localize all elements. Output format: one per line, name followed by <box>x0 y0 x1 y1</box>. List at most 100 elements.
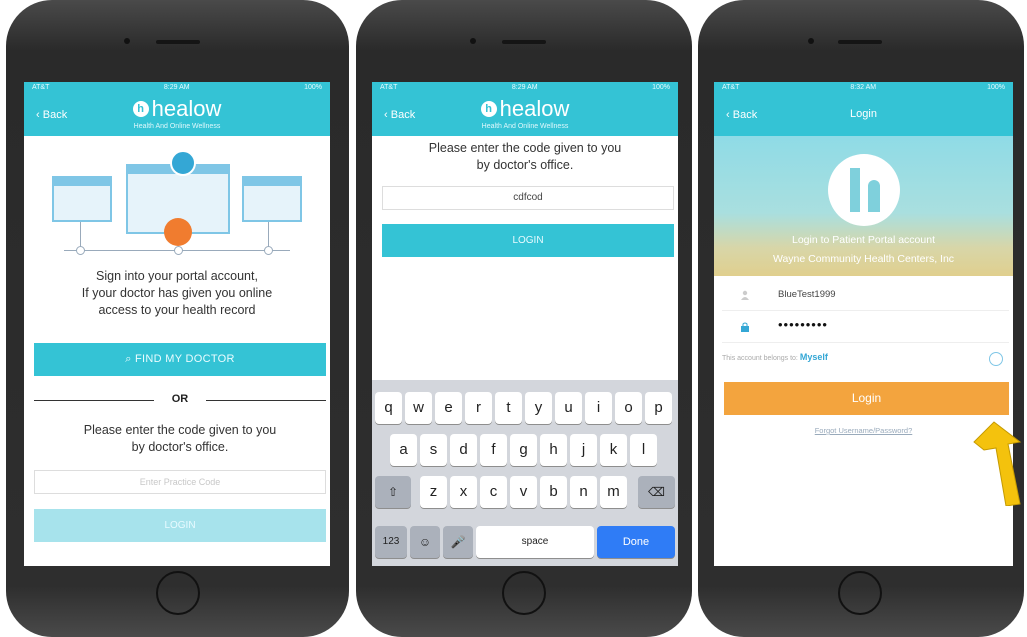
key-h[interactable]: h <box>540 434 567 466</box>
phone-frame-3: AT&T 8:32 AM 100% ‹ Back Login Login to … <box>698 0 1024 637</box>
numbers-key[interactable]: 123 <box>375 526 407 558</box>
code-instructions: Please enter the code given to you by do… <box>83 423 277 454</box>
status-bar: AT&T 8:32 AM 100% <box>722 84 1005 91</box>
home-button[interactable] <box>156 571 200 615</box>
app-header: AT&T 8:29 AM 100% ‹ Back h healow Health … <box>24 82 330 136</box>
healow-logo: h healow <box>24 96 330 122</box>
key-n[interactable]: n <box>570 476 597 508</box>
link-icon <box>164 218 192 246</box>
practice-code-input[interactable]: Enter Practice Code <box>34 470 326 494</box>
key-c[interactable]: c <box>480 476 507 508</box>
key-p[interactable]: p <box>645 392 672 424</box>
app-name: healow <box>151 96 222 121</box>
status-bar: AT&T 8:29 AM 100% <box>380 84 670 91</box>
key-b[interactable]: b <box>540 476 567 508</box>
screen-home: AT&T 8:29 AM 100% ‹ Back h healow Health … <box>24 82 330 566</box>
signin-instructions: Sign into your portal account, If your d… <box>81 269 273 317</box>
key-a[interactable]: a <box>390 434 417 466</box>
password-field[interactable]: ••••••••• <box>722 314 1009 343</box>
clock: 8:29 AM <box>163 84 190 91</box>
key-r[interactable]: r <box>465 392 492 424</box>
login-button-disabled[interactable]: LOGIN <box>34 509 326 542</box>
user-icon <box>741 290 749 300</box>
key-o[interactable]: o <box>615 392 642 424</box>
speaker <box>502 40 546 44</box>
search-doctor-icon: ⌕ <box>125 353 136 365</box>
key-z[interactable]: z <box>420 476 447 508</box>
app-header: AT&T 8:29 AM 100% ‹ Back h healow Health … <box>372 82 678 136</box>
key-y[interactable]: y <box>525 392 552 424</box>
ios-keyboard: qwertyuiop asdfghjkl ⇧ ⌫ zxcvbnm 123 ☺ 🎤… <box>372 380 678 566</box>
keyboard-row-2: asdfghjkl <box>372 434 678 466</box>
screen-code-entry: AT&T 8:29 AM 100% ‹ Back h healow Health … <box>372 82 678 566</box>
window-right <box>242 176 302 222</box>
window-left <box>52 176 112 222</box>
key-d[interactable]: d <box>450 434 477 466</box>
key-i[interactable]: i <box>585 392 612 424</box>
account-label: This account belongs to: <box>722 355 798 362</box>
key-u[interactable]: u <box>555 392 582 424</box>
find-doctor-button[interactable]: ⌕ FIND MY DOCTOR <box>34 343 326 376</box>
healow-logo-icon: h <box>132 101 149 117</box>
keyboard-row-1: qwertyuiop <box>372 392 678 424</box>
tagline: Health And Online Wellness <box>481 123 569 130</box>
healow-logo: h healow <box>372 96 678 122</box>
account-owner-row[interactable]: This account belongs to: Myself <box>722 352 1009 370</box>
account-radio[interactable] <box>989 352 1003 366</box>
key-m[interactable]: m <box>600 476 627 508</box>
status-bar: AT&T 8:29 AM 100% <box>24 82 330 94</box>
key-g[interactable]: g <box>510 434 537 466</box>
carrier: AT&T <box>32 84 50 91</box>
microphone-icon[interactable]: 🎤 <box>443 526 473 558</box>
practice-code-input[interactable]: cdfcod <box>382 186 674 210</box>
keyboard-row-3: ⇧ ⌫ zxcvbnm <box>372 476 678 508</box>
key-j[interactable]: j <box>570 434 597 466</box>
space-key[interactable]: space <box>476 526 594 558</box>
page-title: Login <box>850 108 877 120</box>
portal-illustration <box>44 146 310 256</box>
tagline: Health And Online Wellness <box>133 123 221 130</box>
camera <box>124 38 130 44</box>
key-k[interactable]: k <box>600 434 627 466</box>
pointer-arrow-icon <box>973 421 1022 506</box>
speaker <box>156 40 200 44</box>
home-button[interactable] <box>502 571 546 615</box>
app-header: AT&T 8:32 AM 100% ‹ Back Login <box>714 82 1013 136</box>
cloud-icon <box>170 150 196 176</box>
login-hero: Login to Patient Portal account Wayne Co… <box>714 136 1013 276</box>
key-s[interactable]: s <box>420 434 447 466</box>
shift-key[interactable]: ⇧ <box>375 476 411 508</box>
key-w[interactable]: w <box>405 392 432 424</box>
key-v[interactable]: v <box>510 476 537 508</box>
username-field[interactable]: BlueTest1999 <box>722 282 1009 311</box>
login-button[interactable]: LOGIN <box>382 224 674 257</box>
battery: 100% <box>304 84 322 91</box>
key-l[interactable]: l <box>630 434 657 466</box>
account-value: Myself <box>799 352 828 362</box>
camera <box>808 38 814 44</box>
phone-frame-1: AT&T 8:29 AM 100% ‹ Back h healow Health … <box>6 0 349 637</box>
healow-logo-icon: h <box>480 101 497 117</box>
key-t[interactable]: t <box>495 392 522 424</box>
login-heading: Login to Patient Portal account <box>791 234 935 246</box>
screen-login: AT&T 8:32 AM 100% ‹ Back Login Login to … <box>714 82 1013 566</box>
practice-logo-icon <box>828 154 900 226</box>
keyboard-row-4: 123 ☺ 🎤 space Done <box>372 526 678 558</box>
key-f[interactable]: f <box>480 434 507 466</box>
camera <box>470 38 476 44</box>
or-divider: OR <box>34 393 326 407</box>
backspace-key[interactable]: ⌫ <box>638 476 675 508</box>
phone-frame-2: AT&T 8:29 AM 100% ‹ Back h healow Health … <box>356 0 692 637</box>
key-e[interactable]: e <box>435 392 462 424</box>
emoji-key[interactable]: ☺ <box>410 526 440 558</box>
lock-icon <box>741 322 749 332</box>
code-instructions: Please enter the code given to you by do… <box>428 141 622 172</box>
key-q[interactable]: q <box>375 392 402 424</box>
done-key[interactable]: Done <box>597 526 675 558</box>
practice-name: Wayne Community Health Centers, Inc <box>772 253 955 265</box>
speaker <box>838 40 882 44</box>
forgot-credentials-link[interactable]: Forgot Username/Password? <box>714 426 1013 435</box>
login-button[interactable]: Login <box>724 382 1009 415</box>
home-button[interactable] <box>838 571 882 615</box>
key-x[interactable]: x <box>450 476 477 508</box>
